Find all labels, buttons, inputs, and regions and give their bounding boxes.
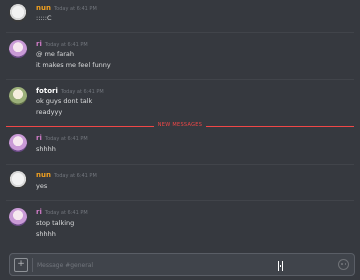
timestamp: Today at 6:41 PM	[53, 6, 97, 12]
timestamp: Today at 6:41 PM	[60, 89, 104, 95]
message-composer: +	[9, 253, 355, 276]
text-cursor-icon	[278, 261, 283, 271]
author-name[interactable]: nun	[36, 4, 51, 12]
author-name[interactable]: ri	[36, 208, 42, 216]
message-text: it makes me feel funny	[36, 61, 111, 69]
message-text: @ me farah	[36, 50, 75, 58]
message-input[interactable]	[37, 257, 327, 273]
author-name[interactable]: ri	[36, 134, 42, 142]
timestamp: Today at 6:41 PM	[44, 210, 88, 216]
avatar[interactable]	[9, 208, 27, 226]
message-text: stop talking	[36, 219, 75, 227]
message-text: :::::C	[36, 14, 52, 22]
message-divider	[6, 200, 354, 201]
author-name[interactable]: nun	[36, 171, 51, 179]
author-name[interactable]: ri	[36, 40, 42, 48]
avatar[interactable]	[9, 171, 27, 189]
message-text: shhhh	[36, 230, 56, 238]
emoji-icon[interactable]	[338, 259, 349, 270]
avatar[interactable]	[9, 87, 27, 105]
message-list: nun Today at 6:41 PM :::::C ri Today at 6:…	[0, 0, 360, 248]
message-divider	[6, 164, 354, 165]
composer-divider	[32, 258, 33, 272]
avatar[interactable]	[9, 4, 27, 22]
timestamp: Today at 6:41 PM	[44, 136, 88, 142]
author-name[interactable]: fotori	[36, 87, 58, 95]
new-messages-label: NEW MESSAGES	[153, 122, 207, 128]
message-divider	[6, 32, 354, 33]
message-text: ok guys dont talk	[36, 97, 93, 105]
message-text: readyyy	[36, 108, 63, 116]
timestamp: Today at 6:41 PM	[53, 173, 97, 179]
avatar[interactable]	[9, 134, 27, 152]
message-text: yes	[36, 182, 48, 190]
timestamp: Today at 6:41 PM	[44, 42, 88, 48]
plus-upload-icon[interactable]: +	[14, 258, 28, 272]
message-text: shhhh	[36, 145, 56, 153]
avatar[interactable]	[9, 40, 27, 58]
message-divider	[6, 79, 354, 80]
